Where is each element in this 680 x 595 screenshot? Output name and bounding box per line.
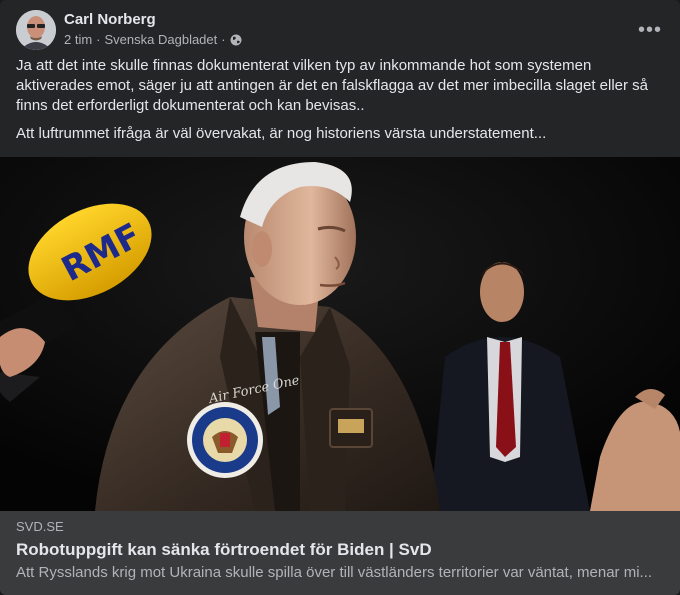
link-title[interactable]: Robotuppgift kan sänka förtroendet för B…: [16, 540, 432, 560]
link-preview[interactable]: SVD.SE Robotuppgift kan sänka förtroende…: [0, 511, 680, 595]
post-paragraph: Ja att det inte skulle finnas dokumenter…: [16, 57, 649, 114]
group-name[interactable]: Svenska Dagbladet: [105, 32, 218, 47]
link-description: Att Rysslands krig mot Ukraina skulle sp…: [16, 564, 653, 581]
post-time[interactable]: 2 tim: [64, 32, 92, 47]
post-paragraph: Att luftrummet ifråga är väl övervakat, …: [16, 125, 547, 142]
ellipsis-horizontal-icon: •••: [637, 18, 662, 41]
post-photo[interactable]: Air Force One RMF: [0, 157, 680, 511]
avatar[interactable]: [16, 10, 56, 50]
link-domain: SVD.SE: [16, 519, 64, 534]
post-body: Ja att det inte skulle finnas dokumenter…: [16, 56, 661, 144]
author-name[interactable]: Carl Norberg: [64, 11, 156, 28]
post-card: Carl Norberg 2 tim · Svenska Dagbladet ·…: [0, 0, 680, 595]
meta-separator: ·: [221, 32, 226, 47]
post-header: Carl Norberg 2 tim · Svenska Dagbladet ·…: [16, 10, 664, 50]
globe-icon: [230, 34, 242, 46]
more-options-button[interactable]: •••: [634, 14, 666, 46]
meta-separator: ·: [96, 32, 101, 47]
post-meta: 2 tim · Svenska Dagbladet ·: [64, 32, 242, 47]
